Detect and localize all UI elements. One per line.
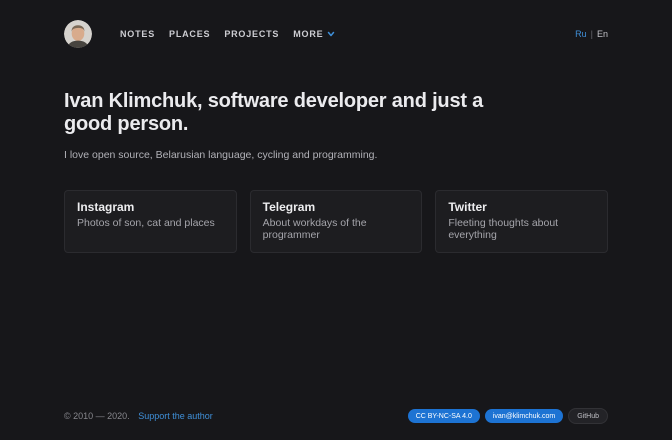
nav-item-notes[interactable]: NOTES bbox=[120, 29, 155, 39]
nav-item-more[interactable]: MORE bbox=[293, 29, 335, 39]
footer-badges: CC BY-NC-SA 4.0 ivan@klimchuk.com GitHub bbox=[408, 408, 608, 424]
lang-link-ru[interactable]: Ru bbox=[575, 29, 587, 39]
nav-item-places-label: PLACES bbox=[169, 29, 210, 39]
card-instagram-description: Photos of son, cat and places bbox=[77, 217, 224, 229]
badge-github[interactable]: GitHub bbox=[568, 408, 608, 424]
card-twitter[interactable]: Twitter Fleeting thoughts about everythi… bbox=[435, 190, 608, 253]
main-nav: NOTES PLACES PROJECTS MORE bbox=[106, 29, 335, 39]
lang-link-en[interactable]: En bbox=[597, 29, 608, 39]
social-cards: Instagram Photos of son, cat and places … bbox=[64, 190, 608, 253]
avatar-photo bbox=[64, 20, 92, 48]
badge-email[interactable]: ivan@klimchuk.com bbox=[485, 409, 563, 423]
card-telegram-description: About workdays of the programmer bbox=[263, 217, 410, 241]
nav-item-places[interactable]: PLACES bbox=[169, 29, 210, 39]
avatar[interactable] bbox=[64, 20, 92, 48]
card-twitter-title: Twitter bbox=[448, 200, 595, 214]
page-subtitle: I love open source, Belarusian language,… bbox=[64, 149, 608, 161]
badge-license[interactable]: CC BY-NC-SA 4.0 bbox=[408, 409, 480, 423]
page-container: NOTES PLACES PROJECTS MORE Ru | En Ivan … bbox=[0, 20, 672, 253]
page-title: Ivan Klimchuk, software developer and ju… bbox=[64, 90, 484, 136]
card-twitter-description: Fleeting thoughts about everything bbox=[448, 217, 595, 241]
card-instagram[interactable]: Instagram Photos of son, cat and places bbox=[64, 190, 237, 253]
hero-section: Ivan Klimchuk, software developer and ju… bbox=[64, 90, 608, 161]
card-telegram-title: Telegram bbox=[263, 200, 410, 214]
nav-item-more-label: MORE bbox=[293, 29, 323, 39]
chevron-down-icon bbox=[327, 30, 335, 38]
card-telegram[interactable]: Telegram About workdays of the programme… bbox=[250, 190, 423, 253]
nav-item-notes-label: NOTES bbox=[120, 29, 155, 39]
nav-item-projects[interactable]: PROJECTS bbox=[224, 29, 279, 39]
footer: © 2010 — 2020. Support the author CC BY-… bbox=[64, 408, 608, 424]
header: NOTES PLACES PROJECTS MORE Ru | En bbox=[64, 20, 608, 48]
nav-item-projects-label: PROJECTS bbox=[224, 29, 279, 39]
lang-separator: | bbox=[591, 29, 593, 39]
language-switcher: Ru | En bbox=[575, 29, 608, 39]
card-instagram-title: Instagram bbox=[77, 200, 224, 214]
